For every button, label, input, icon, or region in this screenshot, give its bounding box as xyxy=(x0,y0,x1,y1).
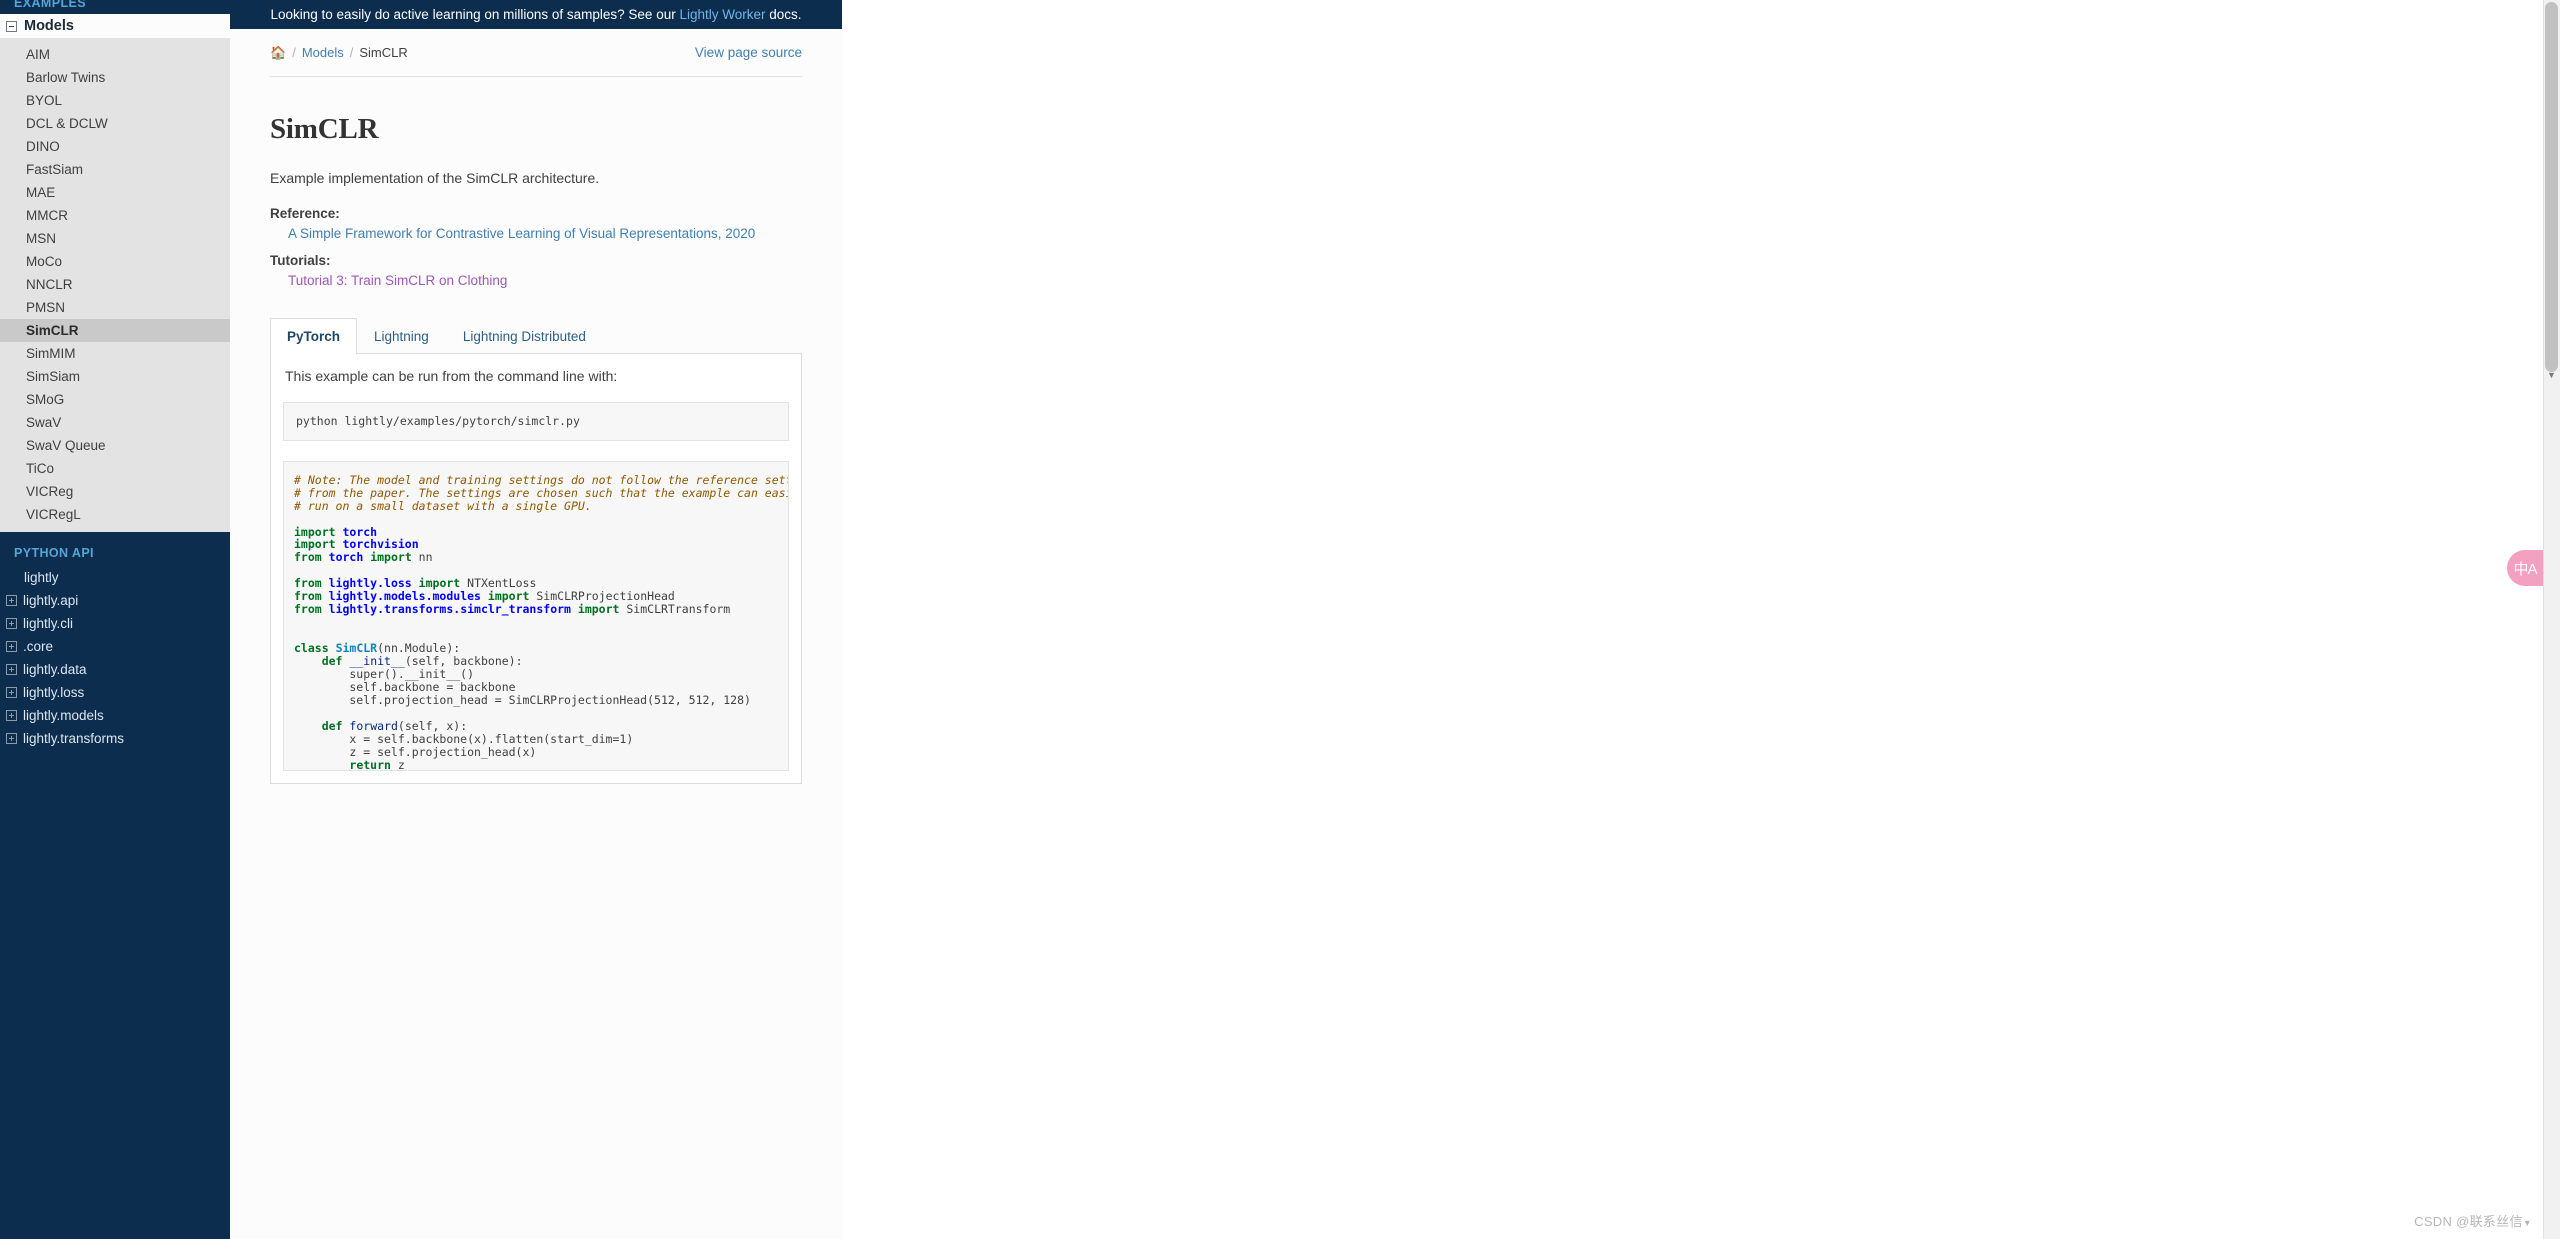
breadcrumb-separator-1: / xyxy=(292,45,296,60)
sidebar-item-mae[interactable]: MAE xyxy=(0,181,230,204)
tutorials-label: Tutorials: xyxy=(270,252,331,268)
reference-paper-link[interactable]: A Simple Framework for Contrastive Learn… xyxy=(288,226,755,241)
page-root: EXAMPLES Models AIM Barlow Twins BYOL DCL &… xyxy=(0,0,2560,1239)
tutorial-link[interactable]: Tutorial 3: Train SimCLR on Clothing xyxy=(288,273,507,288)
banner-text-after: docs. xyxy=(765,7,802,22)
sidebar-models-list: AIM Barlow Twins BYOL DCL & DCLW DINO FastSia… xyxy=(0,38,230,532)
sidebar-item-swav[interactable]: SwaV xyxy=(0,411,230,434)
sidebar-item-smog[interactable]: SMoG xyxy=(0,388,230,411)
collapse-toggle-icon[interactable] xyxy=(6,20,17,32)
sidebar-python-api-list: lightly lightly.api lightly.cli .core lightl… xyxy=(0,564,230,750)
breadcrumb: 🏠 / Models / SimCLR xyxy=(270,45,408,60)
sidebar-item-nnclr[interactable]: NNCLR xyxy=(0,273,230,296)
view-page-source-link[interactable]: View page source xyxy=(695,45,802,60)
sidebar-item-moco[interactable]: MoCo xyxy=(0,250,230,273)
expand-toggle-icon[interactable] xyxy=(6,618,17,629)
sidebar-item-byol[interactable]: BYOL xyxy=(0,89,230,112)
reference-body: A Simple Framework for Contrastive Learn… xyxy=(288,225,802,243)
sidebar-item-simsiam[interactable]: SimSiam xyxy=(0,365,230,388)
tab-strip: PyTorch Lightning Lightning Distributed xyxy=(270,317,802,354)
sidebar-item-label: .core xyxy=(23,639,54,654)
sidebar-item-aim[interactable]: AIM xyxy=(0,43,230,66)
sidebar-caption-python-api: PYTHON API xyxy=(14,546,94,560)
tab-pytorch[interactable]: PyTorch xyxy=(270,317,358,354)
expand-toggle-icon[interactable] xyxy=(6,733,17,744)
sidebar-item-dino[interactable]: DINO xyxy=(0,135,230,158)
breadcrumb-row: 🏠 / Models / SimCLR View page source xyxy=(270,29,802,77)
main-content: 🏠 / Models / SimCLR View page source Sim… xyxy=(230,29,842,1239)
sidebar-item-tico[interactable]: TiCo xyxy=(0,457,230,480)
translate-glyph: 中A xyxy=(2513,560,2537,578)
sidebar-models-header[interactable]: Models xyxy=(0,14,230,38)
sidebar-item-simmim[interactable]: SimMIM xyxy=(0,342,230,365)
watermark-text: CSDN @联系丝信 xyxy=(2414,1214,2523,1229)
sidebar-item-lightly-data[interactable]: lightly.data xyxy=(0,658,230,681)
watermark-caret-icon: ▼ xyxy=(2522,1218,2532,1228)
sidebar-item-mmcr[interactable]: MMCR xyxy=(0,204,230,227)
sidebar-item-dcl-dclw[interactable]: DCL & DCLW xyxy=(0,112,230,135)
sidebar-item-label: lightly.transforms xyxy=(23,731,125,746)
sidebar-item-pmsn[interactable]: PMSN xyxy=(0,296,230,319)
sidebar-item-label: lightly.cli xyxy=(23,616,74,631)
sidebar-item-lightly-api[interactable]: lightly.api xyxy=(0,589,230,612)
command-line-block: python lightly/examples/pytorch/simclr.p… xyxy=(283,401,789,441)
sidebar-item-lightly-cli[interactable]: lightly.cli xyxy=(0,612,230,635)
translate-icon[interactable]: 中A xyxy=(2507,550,2543,586)
sidebar-item-barlow-twins[interactable]: Barlow Twins xyxy=(0,66,230,89)
python-code-block: # Note: The model and training settings … xyxy=(283,460,789,771)
sidebar-item-label: lightly xyxy=(24,570,59,585)
tab-panel-pytorch: This example can be run from the command… xyxy=(270,353,802,784)
blank-right-area xyxy=(842,0,2543,1239)
scrollbar-thumb[interactable] xyxy=(2545,2,2558,372)
sidebar-item-vicregl[interactable]: VICRegL xyxy=(0,503,230,526)
breadcrumb-item-models[interactable]: Models xyxy=(302,45,344,60)
page-scrollbar[interactable]: ▼ xyxy=(2543,0,2560,1239)
banner-text-before: Looking to easily do active learning on … xyxy=(270,7,680,22)
sidebar-item-dot-core[interactable]: .core xyxy=(0,635,230,658)
sidebar-item-lightly[interactable]: lightly xyxy=(0,566,230,589)
sidebar-item-label: lightly.loss xyxy=(23,685,85,700)
sidebar-item-lightly-transforms[interactable]: lightly.transforms xyxy=(0,727,230,750)
expand-toggle-icon[interactable] xyxy=(6,687,17,698)
expand-toggle-icon[interactable] xyxy=(6,595,17,606)
tab-lightning[interactable]: Lightning xyxy=(357,318,446,354)
page-description: Example implementation of the SimCLR arc… xyxy=(270,170,600,186)
sidebar-item-lightly-models[interactable]: lightly.models xyxy=(0,704,230,727)
home-icon[interactable]: 🏠 xyxy=(270,46,286,59)
sidebar-item-label: lightly.api xyxy=(23,593,79,608)
sidebar-item-lightly-loss[interactable]: lightly.loss xyxy=(0,681,230,704)
page-title: SimCLR xyxy=(270,113,379,145)
panel-intro-text: This example can be run from the command… xyxy=(285,367,618,384)
sidebar-item-swav-queue[interactable]: SwaV Queue xyxy=(0,434,230,457)
scroll-down-arrow-icon[interactable]: ▼ xyxy=(2546,370,2557,381)
sidebar-item-simclr[interactable]: SimCLR xyxy=(0,319,230,342)
reference-label: Reference: xyxy=(270,205,340,221)
breadcrumb-item-current: SimCLR xyxy=(359,45,408,60)
sidebar-item-vicreg[interactable]: VICReg xyxy=(0,480,230,503)
expand-toggle-icon[interactable] xyxy=(6,710,17,721)
tutorials-body: Tutorial 3: Train SimCLR on Clothing xyxy=(288,272,802,290)
sidebar-item-label: lightly.models xyxy=(23,708,104,723)
expand-toggle-icon[interactable] xyxy=(6,641,17,652)
sidebar-item-label: lightly.data xyxy=(23,662,87,677)
banner-lightly-worker-link[interactable]: Lightly Worker xyxy=(679,7,765,22)
sidebar-caption-examples: EXAMPLES xyxy=(14,0,86,10)
sidebar-item-msn[interactable]: MSN xyxy=(0,227,230,250)
sidebar-item-fastsiam[interactable]: FastSiam xyxy=(0,158,230,181)
expand-toggle-icon[interactable] xyxy=(6,664,17,675)
watermark: CSDN @联系丝信▼ xyxy=(2414,1211,2532,1230)
tab-lightning-distributed[interactable]: Lightning Distributed xyxy=(446,318,603,354)
breadcrumb-separator-2: / xyxy=(349,45,354,60)
promo-banner: Looking to easily do active learning on … xyxy=(230,0,842,29)
code-tabs: PyTorch Lightning Lightning Distributed Th… xyxy=(270,317,802,784)
sidebar-nav: EXAMPLES Models AIM Barlow Twins BYOL DCL &… xyxy=(0,0,230,1239)
sidebar-models-label: Models xyxy=(24,18,74,34)
